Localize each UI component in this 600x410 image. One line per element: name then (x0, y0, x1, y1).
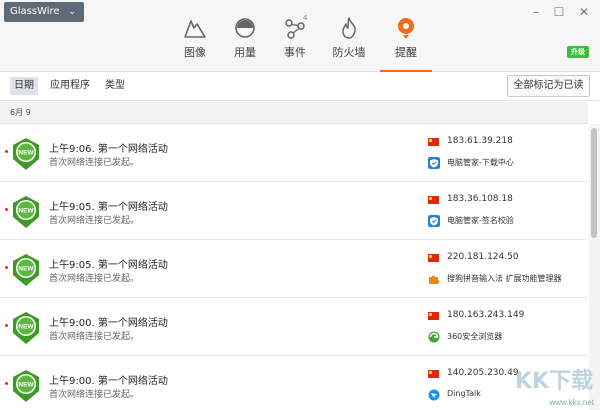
alert-title: 上午9:05. 第一个网络活动 (49, 260, 168, 271)
new-label: NEW (18, 266, 34, 273)
remote-ip[interactable]: 183.61.39.218 (447, 136, 513, 146)
new-label: NEW (18, 208, 34, 215)
alert-title: 上午9:00. 第一个网络活动 (49, 376, 168, 387)
filter-tab-type[interactable]: 类型 (101, 77, 129, 95)
app-name[interactable]: DingTalk (447, 389, 481, 398)
tab-graph[interactable]: 图像 (169, 16, 221, 72)
alert-subtitle: 首次网络连接已发起。 (49, 332, 140, 342)
unread-indicator (5, 150, 8, 153)
tab-label: 用量 (234, 46, 256, 59)
tab-label: 事件 (284, 46, 306, 59)
puzzle-icon (429, 275, 440, 284)
new-badge-icon: NEW (13, 370, 39, 402)
filter-tab-application[interactable]: 应用程序 (46, 77, 94, 95)
alert-row[interactable]: NEW 上午9:05. 第一个网络活动 首次网络连接已发起。 220.181.1… (0, 240, 588, 298)
watermark-url: www.kkx.net (549, 398, 594, 407)
app-name: GlassWire (10, 6, 60, 17)
tab-label: 防火墙 (332, 46, 366, 59)
china-flag-icon (428, 370, 439, 378)
tab-firewall[interactable]: 防火墙 (323, 16, 375, 72)
alert-title: 上午9:00. 第一个网络活动 (49, 318, 168, 329)
alert-title: 上午9:05. 第一个网络活动 (49, 202, 168, 213)
browser-icon (428, 331, 440, 343)
unread-indicator (5, 266, 8, 269)
firewall-icon (342, 17, 356, 39)
new-badge-icon: NEW (13, 254, 39, 286)
shield-icon (428, 157, 440, 169)
app-name[interactable]: 360安全浏览器 (447, 331, 502, 342)
china-flag-icon (428, 138, 439, 146)
filter-bar: 日期 应用程序 类型 全部标记为已读 (0, 73, 600, 101)
new-badge-icon: NEW (13, 196, 39, 228)
dingtalk-icon (428, 389, 440, 401)
mark-all-read-button[interactable]: 全部标记为已读 (507, 75, 590, 97)
close-button[interactable]: ✕ (576, 4, 592, 20)
usage-icon (235, 18, 255, 38)
date-group-header: 6月 9 (0, 102, 588, 124)
minimize-button[interactable]: – (528, 4, 544, 20)
app-name[interactable]: 搜狗拼音输入法 扩展功能管理器 (447, 273, 562, 284)
app-menu-button[interactable]: GlassWire ⌄ (4, 2, 84, 22)
new-label: NEW (18, 324, 34, 331)
shield-icon (428, 215, 440, 227)
chevron-down-icon: ⌄ (68, 7, 76, 17)
alert-subtitle: 首次网络连接已发起。 (49, 390, 140, 400)
maximize-button[interactable]: ☐ (551, 4, 567, 20)
alert-row[interactable]: NEW 上午9:06. 第一个网络活动 首次网络连接已发起。 183.61.39… (0, 124, 588, 182)
remote-ip[interactable]: 180.163.243.149 (447, 310, 524, 320)
alert-subtitle: 首次网络连接已发起。 (49, 158, 140, 168)
alert-row[interactable]: NEW 上午9:00. 第一个网络活动 首次网络连接已发起。 180.163.2… (0, 298, 588, 356)
alert-subtitle: 首次网络连接已发起。 (49, 216, 140, 226)
graph-icon (184, 20, 206, 38)
new-badge-icon: NEW (13, 138, 39, 170)
upgrade-badge[interactable]: 升级 (567, 46, 589, 58)
top-navigation-bar: GlassWire ⌄ – ☐ ✕ 图像 用量 4 事件 防火墙 提醒 升级 (0, 0, 600, 72)
remote-ip[interactable]: 183.36.108.18 (447, 194, 513, 204)
unread-indicator (5, 324, 8, 327)
new-label: NEW (18, 382, 34, 389)
new-badge-icon: NEW (13, 312, 39, 344)
app-name[interactable]: 电脑管家-签名校验 (447, 215, 514, 226)
new-label: NEW (18, 150, 34, 157)
svg-text:KK下载: KK下载 (515, 368, 593, 394)
tab-label: 提醒 (395, 46, 417, 59)
tab-usage[interactable]: 用量 (219, 16, 271, 72)
filter-tab-date[interactable]: 日期 (10, 77, 38, 95)
tab-events[interactable]: 4 事件 (269, 14, 321, 72)
alert-subtitle: 首次网络连接已发起。 (49, 274, 140, 284)
alert-row[interactable]: NEW 上午9:05. 第一个网络活动 首次网络连接已发起。 183.36.10… (0, 182, 588, 240)
unread-indicator (5, 382, 8, 385)
events-count: 4 (303, 14, 308, 22)
china-flag-icon (428, 196, 439, 204)
alert-title: 上午9:06. 第一个网络活动 (49, 144, 168, 155)
tab-alerts[interactable]: 提醒 (380, 16, 432, 72)
remote-ip[interactable]: 220.181.124.50 (447, 252, 519, 262)
app-name[interactable]: 电脑管家-下载中心 (447, 157, 514, 168)
unread-indicator (5, 208, 8, 211)
alerts-icon (398, 18, 414, 39)
scrollbar-thumb[interactable] (591, 128, 597, 238)
china-flag-icon (428, 254, 439, 262)
tab-label: 图像 (184, 46, 206, 59)
china-flag-icon (428, 312, 439, 320)
